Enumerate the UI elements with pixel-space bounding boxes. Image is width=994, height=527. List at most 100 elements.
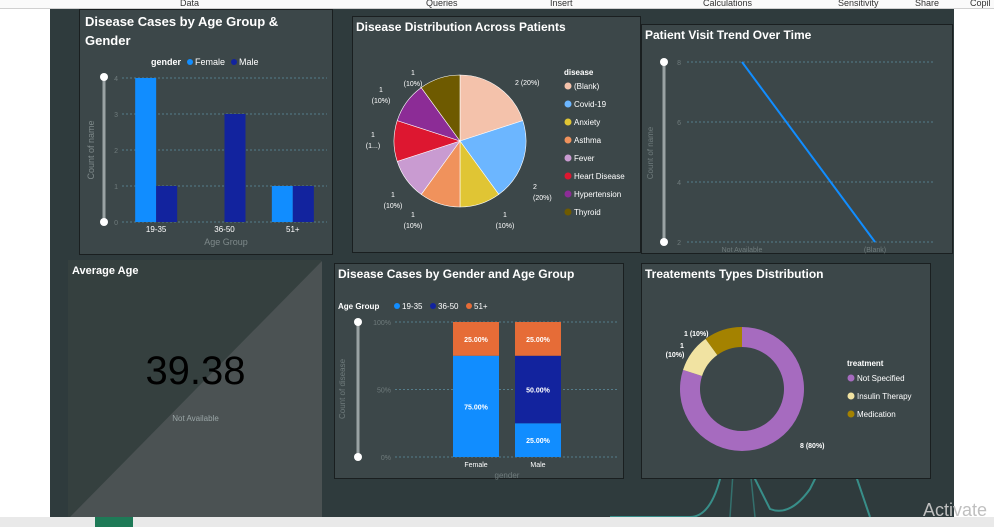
legend-label: Female (195, 57, 225, 67)
legend-marker (564, 172, 572, 180)
gender-age-stacked-chart: Age Group 19-35 36-50 51+ Count of disease 0%… (338, 302, 619, 480)
legend-marker (847, 392, 855, 400)
data-label: (10%) (666, 352, 685, 359)
x-tick-label: Not Available (722, 247, 763, 254)
data-label: 1 (371, 132, 375, 139)
data-label: (10%) (372, 98, 391, 105)
ribbon-tab-calculations[interactable]: Calculations (703, 0, 752, 8)
x-tick-label: 19-35 (146, 225, 167, 234)
zoom-slider-handle[interactable] (660, 238, 668, 246)
legend-title: gender (151, 57, 182, 67)
data-label: (1...) (366, 143, 380, 150)
legend-marker (564, 118, 572, 126)
legend-marker (564, 190, 572, 198)
average-age-value: 39.38 (145, 349, 246, 393)
data-label: 75.00% (464, 404, 489, 411)
zoom-slider-handle[interactable] (100, 73, 108, 81)
y-axis-title: Count of disease (338, 358, 347, 419)
data-label: 1 (391, 192, 395, 199)
data-label: (10%) (404, 223, 423, 230)
data-label: 8 (80%) (800, 443, 825, 450)
card-title: Average Age (72, 265, 139, 277)
trend-line (741, 61, 876, 243)
zoom-slider-handle[interactable] (100, 218, 108, 226)
data-label: 25.00% (526, 438, 551, 445)
legend-label: Asthma (574, 136, 602, 145)
y-tick-label: 1 (114, 184, 118, 191)
legend-marker (231, 59, 237, 65)
age-gender-bar-chart: gender Female Male Count of name 0 1 2 3 4 19-35 3… (86, 57, 327, 247)
legend-marker (564, 100, 572, 108)
data-label: 25.00% (464, 337, 489, 344)
disease-distribution-panel[interactable]: Disease Distribution Across Patients 2 (… (352, 16, 641, 253)
ribbon-tab-sensitivity[interactable]: Sensitivity (838, 0, 879, 8)
average-age-card[interactable]: Average Age 39.38 Not Available (68, 260, 322, 517)
legend-label: Medication (857, 410, 896, 419)
zoom-slider-handle[interactable] (354, 453, 362, 461)
legend-marker (847, 410, 855, 418)
ribbon-tab-data[interactable]: Data (180, 0, 199, 8)
legend-marker (564, 82, 572, 90)
data-label: 50.00% (526, 388, 551, 395)
bar (271, 186, 293, 222)
page-tab-active[interactable] (95, 517, 133, 527)
disease-pie-chart: 2 (20%) 2 (20%) 1 (10%) 1 (10%) 1 (10%) 1 (1...) 1 (… (366, 68, 625, 230)
legend-marker (564, 154, 572, 162)
average-age-subtitle: Not Available (172, 414, 219, 423)
data-label: (10%) (404, 81, 423, 88)
data-label: 1 (503, 212, 507, 219)
data-label: 25.00% (526, 337, 551, 344)
legend-marker (430, 303, 436, 309)
y-tick-label: 3 (114, 112, 118, 119)
y-tick-label: 0 (114, 220, 118, 227)
legend-marker (564, 208, 572, 216)
legend-label: Fever (574, 154, 595, 163)
bar (292, 186, 314, 222)
x-tick-label: 36-50 (214, 225, 235, 234)
bar (135, 78, 157, 222)
y-tick-label: 6 (677, 120, 681, 127)
ribbon-tab-share[interactable]: Share (915, 0, 939, 8)
x-tick-label: 51+ (286, 225, 300, 234)
bar (156, 186, 178, 222)
data-label: 1 (10%) (684, 331, 709, 338)
y-tick-label: 2 (114, 148, 118, 155)
data-label: 1 (411, 212, 415, 219)
page-tab-bar (0, 517, 994, 527)
y-axis-title: Count of name (646, 126, 655, 179)
data-label: 1 (379, 87, 383, 94)
legend-label: Not Specified (857, 374, 905, 383)
y-tick-label: 8 (677, 60, 681, 67)
data-label: 1 (411, 70, 415, 77)
legend-marker (847, 374, 855, 382)
y-tick-label: 50% (377, 388, 391, 395)
treatment-distribution-panel[interactable]: Treatements Types Distribution 8 (80%) 1 … (641, 263, 931, 479)
legend-marker (564, 136, 572, 144)
ribbon-tab-copilot[interactable]: Copil (970, 0, 991, 8)
legend-label: Male (239, 57, 259, 67)
gender-age-chart-panel[interactable]: Disease Cases by Gender and Age Group Ag… (334, 263, 624, 480)
ribbon-tab-insert[interactable]: Insert (550, 0, 573, 8)
x-axis-title: gender (495, 471, 520, 480)
x-tick-label: Female (464, 462, 487, 469)
legend-title: treatment (847, 359, 884, 368)
legend-label: 36-50 (438, 302, 459, 311)
data-label: (10%) (496, 223, 515, 230)
ribbon-tab-queries[interactable]: Queries (426, 0, 458, 8)
legend-label: Heart Disease (574, 172, 625, 181)
age-gender-chart-panel[interactable]: Disease Cases by Age Group & Gender gend… (79, 9, 333, 255)
data-label: 2 (20%) (515, 80, 540, 87)
visit-trend-panel[interactable]: Patient Visit Trend Over Time Count of n… (641, 24, 953, 254)
zoom-slider-handle[interactable] (660, 58, 668, 66)
zoom-slider-handle[interactable] (354, 318, 362, 326)
bar (224, 114, 246, 222)
x-axis-title: Age Group (204, 237, 248, 247)
x-tick-label: (Blank) (864, 247, 886, 254)
ribbon-bar: Data Queries Insert Calculations Sensiti… (0, 0, 994, 9)
visit-trend-line-chart: Count of name2468Not Available(Blank)las… (646, 58, 935, 254)
legend-label: Anxiety (574, 118, 600, 127)
legend-label: Thyroid (574, 208, 601, 217)
legend-marker (394, 303, 400, 309)
legend-label: Hypertension (574, 190, 621, 199)
legend-title: disease (564, 68, 594, 77)
